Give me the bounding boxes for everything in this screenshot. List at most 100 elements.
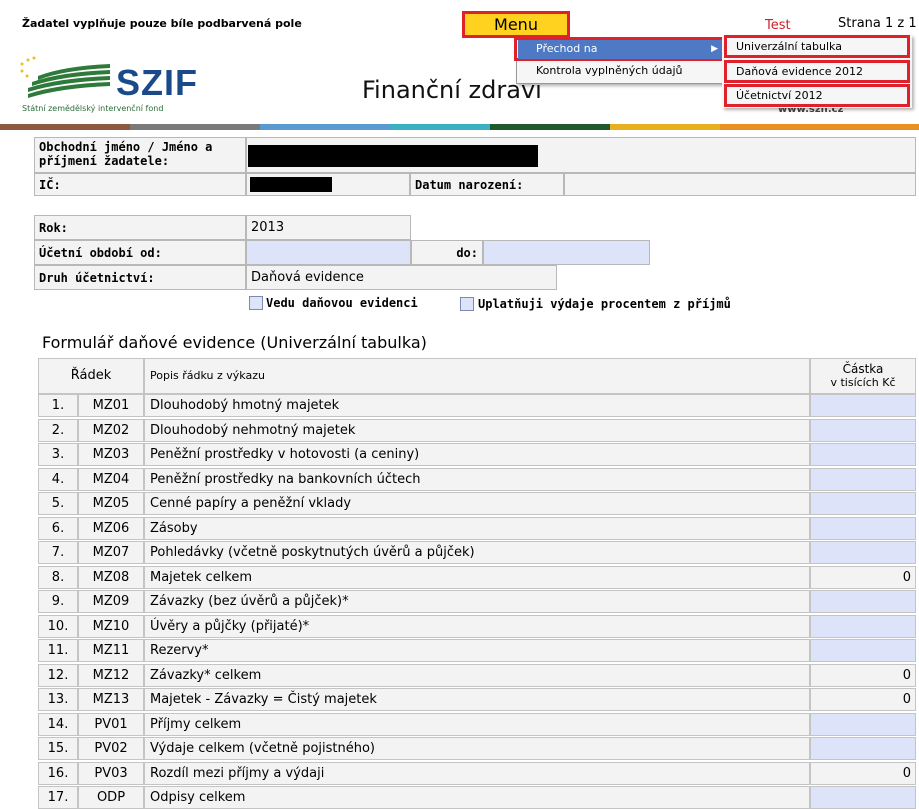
stripe-segment (490, 124, 610, 130)
dan-evidence-checkbox[interactable] (249, 296, 263, 310)
table-row: 6. MZ06 Zásoby (38, 517, 916, 540)
row-code: ODP (78, 786, 144, 809)
row-code: MZ09 (78, 590, 144, 613)
row-code: MZ02 (78, 419, 144, 442)
druh-value: Daňová evidence (251, 270, 364, 285)
row-description: Dlouhodobý nehmotný majetek (144, 419, 810, 442)
menu-item-prechod-label: Přechod na (536, 42, 598, 55)
table-row: 11. MZ11 Rezervy* (38, 639, 916, 662)
row-number: 7. (38, 541, 78, 564)
submenu-item-ucetnictvi-2012[interactable]: Účetnictví 2012 (724, 84, 910, 107)
row-amount-input[interactable] (810, 590, 916, 613)
table-row: 2. MZ02 Dlouhodobý nehmotný majetek (38, 419, 916, 442)
row-description: Rozdíl mezi příjmy a výdaji (144, 762, 810, 785)
row-amount-computed: 0 (810, 566, 916, 589)
row-code: MZ01 (78, 394, 144, 417)
submenu-item-danova-2012[interactable]: Daňová evidence 2012 (724, 60, 910, 83)
row-amount-input[interactable] (810, 713, 916, 736)
row-description: Odpisy celkem (144, 786, 810, 809)
menu-item-kontrola[interactable]: Kontrola vyplněných údajů (518, 61, 724, 80)
row-number: 2. (38, 419, 78, 442)
do-label: do: (456, 246, 478, 260)
col-castka-unit: v tisících Kč (830, 376, 896, 389)
section-title: Formulář daňové evidence (Univerzální ta… (42, 333, 427, 352)
row-description: Rezervy* (144, 639, 810, 662)
row-amount-input[interactable] (810, 468, 916, 491)
row-amount-input[interactable] (810, 639, 916, 662)
table-row: 16. PV03 Rozdíl mezi příjmy a výdaji 0 (38, 762, 916, 785)
row-description: Příjmy celkem (144, 713, 810, 736)
stripe-segment (610, 124, 720, 130)
row-number: 17. (38, 786, 78, 809)
obdobi-label: Účetní období od: (39, 246, 162, 260)
menu-item-prechod[interactable]: Přechod na ▶ (518, 40, 724, 59)
row-amount-input[interactable] (810, 541, 916, 564)
row-number: 9. (38, 590, 78, 613)
redacted-name (248, 145, 538, 167)
row-amount-input[interactable] (810, 737, 916, 760)
table-row: 1. MZ01 Dlouhodobý hmotný majetek (38, 394, 916, 417)
rok-field: 2013 (246, 215, 411, 240)
row-description: Výdaje celkem (včetně pojistného) (144, 737, 810, 760)
menu-button[interactable]: Menu (462, 11, 570, 38)
chevron-right-icon: ▶ (711, 44, 718, 54)
birth-label: Datum narození: (415, 178, 524, 192)
table-row: 10. MZ10 Úvěry a půjčky (přijaté)* (38, 615, 916, 638)
redacted-ic (250, 177, 332, 192)
row-amount-input[interactable] (810, 419, 916, 442)
row-code: MZ04 (78, 468, 144, 491)
row-code: PV03 (78, 762, 144, 785)
ic-label: IČ: (39, 178, 61, 192)
obdobi-do-input[interactable] (483, 240, 650, 265)
name-label-cell: Obchodní jméno / Jméno a příjmení žadate… (34, 137, 246, 173)
do-label-cell: do: (411, 240, 483, 265)
row-number: 14. (38, 713, 78, 736)
stripe-segment (720, 124, 919, 130)
table-row: 8. MZ08 Majetek celkem 0 (38, 566, 916, 589)
row-number: 13. (38, 688, 78, 711)
stripe-segment (130, 124, 260, 130)
row-amount-input[interactable] (810, 394, 916, 417)
submenu-item-univerzalni[interactable]: Univerzální tabulka (724, 35, 910, 58)
row-description: Majetek celkem (144, 566, 810, 589)
dan-evidence-label: Vedu daňovou evidenci (266, 296, 418, 310)
row-number: 3. (38, 443, 78, 466)
row-amount-input[interactable] (810, 786, 916, 809)
row-description: Závazky (bez úvěrů a půjček)* (144, 590, 810, 613)
row-number: 11. (38, 639, 78, 662)
table-header: Řádek Popis řádku z výkazu Částka v tisí… (38, 358, 916, 394)
test-label: Test (765, 18, 791, 33)
row-amount-computed: 0 (810, 762, 916, 785)
table-row: 17. ODP Odpisy celkem (38, 786, 916, 809)
row-amount-input[interactable] (810, 492, 916, 515)
row-amount-input[interactable] (810, 443, 916, 466)
row-number: 12. (38, 664, 78, 687)
row-number: 6. (38, 517, 78, 540)
vydaje-procentem-checkbox[interactable] (460, 297, 474, 311)
col-castka-header: Částka v tisících Kč (810, 358, 916, 394)
logo-subtitle: Státní zemědělský intervenční fond (22, 104, 164, 113)
row-code: MZ06 (78, 517, 144, 540)
druh-label: Druh účetnictví: (39, 271, 155, 285)
stripe-segment (260, 124, 390, 130)
table-row: 14. PV01 Příjmy celkem (38, 713, 916, 736)
druh-label-cell: Druh účetnictví: (34, 265, 246, 290)
row-code: MZ05 (78, 492, 144, 515)
col-castka-title: Částka (842, 362, 884, 376)
table-row: 12. MZ12 Závazky* celkem 0 (38, 664, 916, 687)
row-amount-input[interactable] (810, 615, 916, 638)
row-code: MZ13 (78, 688, 144, 711)
row-code: MZ10 (78, 615, 144, 638)
rok-value: 2013 (251, 220, 285, 235)
stripe-segment (0, 124, 130, 130)
row-code: MZ12 (78, 664, 144, 687)
row-number: 10. (38, 615, 78, 638)
row-number: 5. (38, 492, 78, 515)
row-code: MZ07 (78, 541, 144, 564)
row-amount-input[interactable] (810, 517, 916, 540)
szif-logo-icon (20, 56, 110, 98)
obdobi-od-input[interactable] (246, 240, 411, 265)
table-row: 5. MZ05 Cenné papíry a peněžní vklady (38, 492, 916, 515)
table-row: 15. PV02 Výdaje celkem (včetně pojistného) (38, 737, 916, 760)
stripe-segment (390, 124, 490, 130)
